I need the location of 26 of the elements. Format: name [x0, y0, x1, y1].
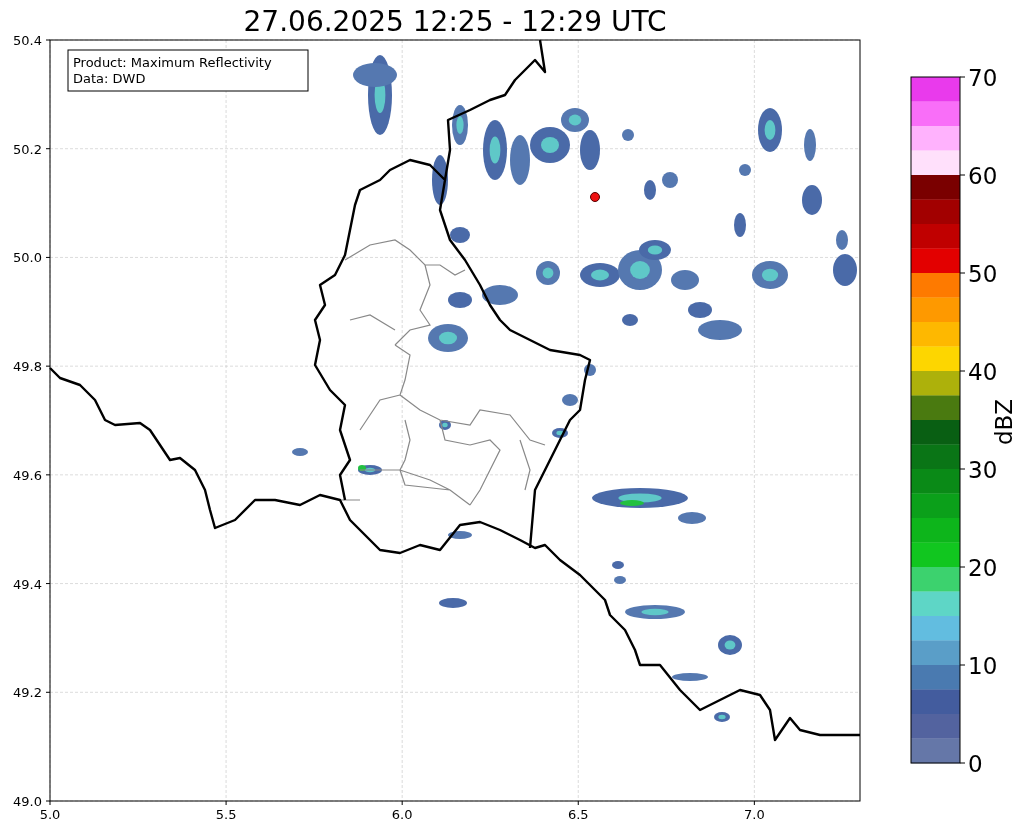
tick-label: 6.0: [391, 807, 413, 822]
location-marker-icon: [590, 192, 600, 202]
colorbar-tick-label: 50: [968, 261, 998, 287]
tick-label: 6.5: [567, 807, 589, 822]
colorbar-tick-label: 70: [968, 65, 998, 91]
tick-label: 50.4: [13, 33, 42, 48]
tick-label: 50.0: [13, 250, 42, 266]
colorbar-tick-label: 0: [968, 751, 983, 777]
tick-label: 5.5: [215, 807, 237, 822]
tick-label: 50.2: [13, 141, 42, 157]
annotation-text: Product: Maximum Reflectivity: [73, 55, 272, 70]
colorbar-tick-label: 60: [968, 163, 998, 189]
tick-label: 5.0: [39, 807, 61, 822]
colorbar-tick-label: 20: [968, 555, 998, 581]
map-title: 27.06.2025 12:25 - 12:29 UTC: [243, 5, 667, 38]
tick-label: 49.2: [13, 685, 42, 701]
tick-label: 49.4: [13, 576, 42, 592]
tick-label: 49.6: [13, 467, 42, 483]
annotation-text: Data: DWD: [73, 71, 146, 86]
tick-label: 7.0: [744, 807, 765, 822]
colorbar-tick-label: 10: [968, 653, 998, 679]
tick-label: 49.0: [13, 794, 42, 809]
colorbar-tick-label: 30: [968, 457, 998, 483]
colorbar-tick-label: 40: [968, 359, 998, 385]
tick-label: 49.8: [13, 359, 42, 375]
colorbar-label: dBZ: [991, 398, 1017, 446]
